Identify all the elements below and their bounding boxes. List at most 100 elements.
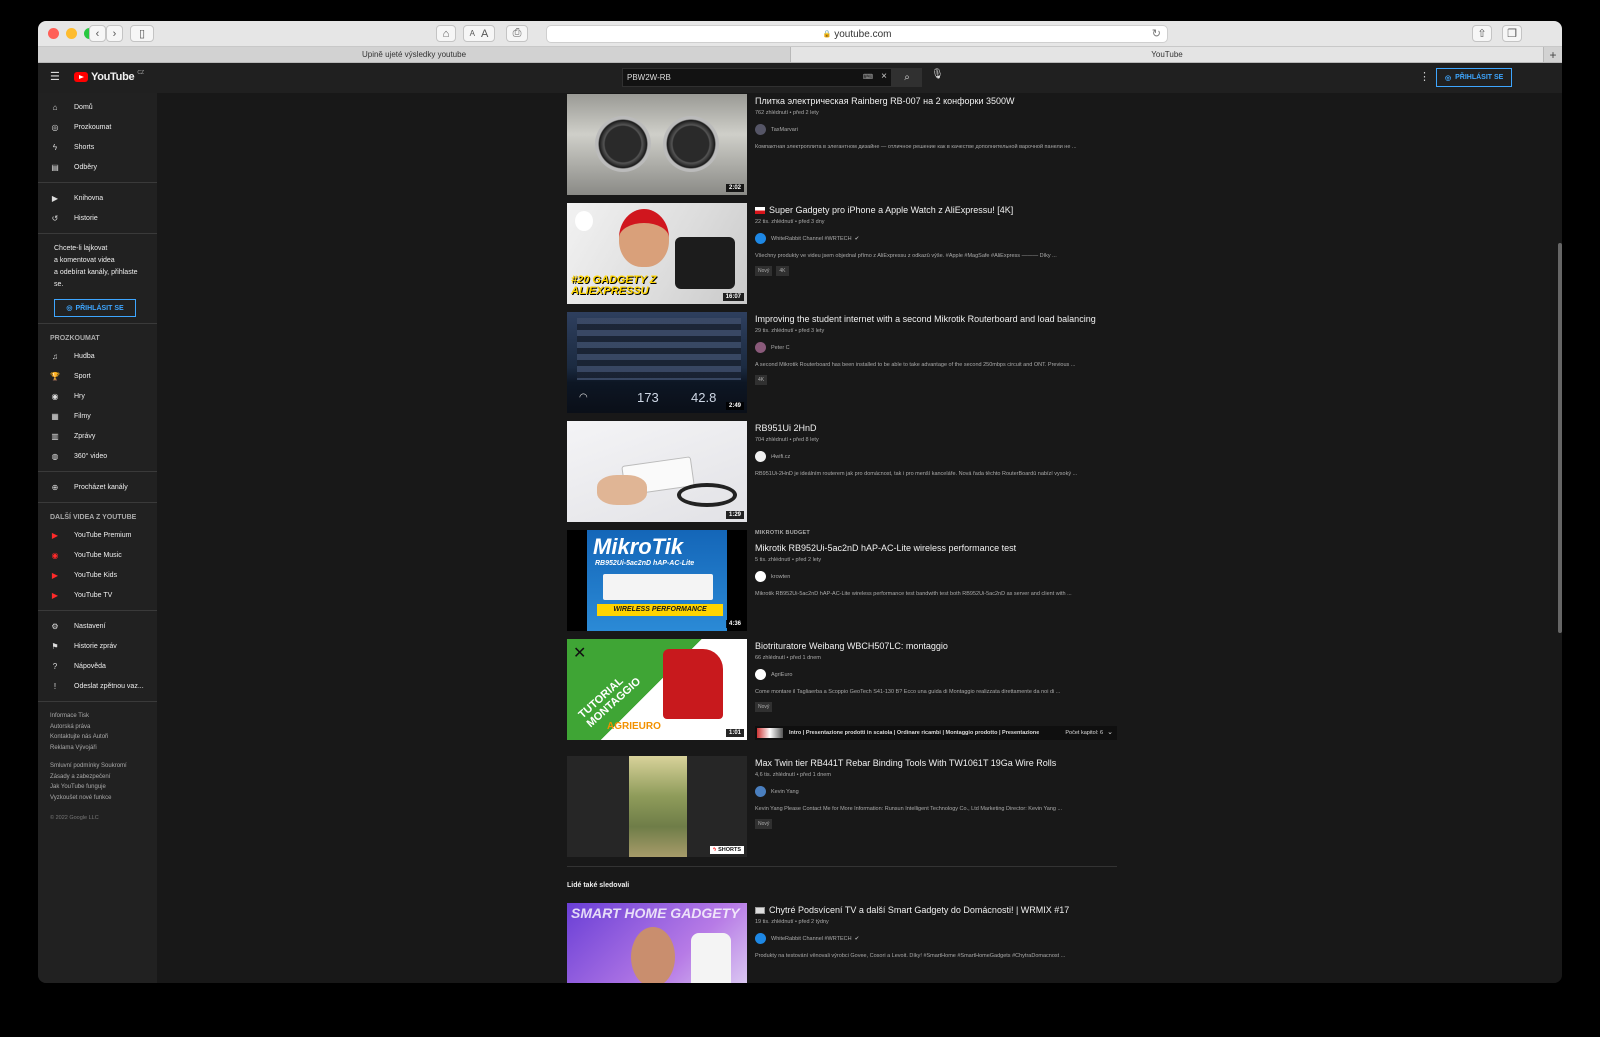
video-result[interactable]: ✕ TUTORIAL MONTAGGIO AGRIEURO 1:01 Biotr… <box>567 639 1117 741</box>
sidebar-item-browse-channels[interactable]: ⊕ Procházet kanály <box>38 477 157 497</box>
video-result[interactable]: 1:29 RB951Ui 2HnD 704 zhlédnutí • před 8… <box>567 421 1117 523</box>
sidebar-item-settings[interactable]: ⚙ Nastavení <box>38 616 157 636</box>
forward-button[interactable]: › <box>106 25 123 42</box>
footer-link[interactable]: Reklama Vývojáři <box>50 743 145 754</box>
video-title[interactable]: Mikrotik RB952Ui-5ac2nD hAP-AC-Lite wire… <box>755 541 1115 556</box>
channel-name[interactable]: Kevin Yang <box>771 789 799 795</box>
avatar[interactable] <box>755 451 766 462</box>
avatar[interactable] <box>755 571 766 582</box>
channel-name[interactable]: WhiteRabbit Channel #WRTECH <box>771 236 852 242</box>
back-button[interactable]: ‹ <box>89 25 106 42</box>
tabs-overview-button[interactable]: ❐ <box>1502 25 1522 42</box>
text-smaller-button[interactable]: A <box>470 29 475 38</box>
sidebar-item-feedback[interactable]: ! Odeslat zpětnou vaz... <box>38 676 157 696</box>
reader-text-size[interactable]: AA <box>463 25 495 42</box>
video-thumbnail[interactable]: ✕ TUTORIAL MONTAGGIO AGRIEURO 1:01 <box>567 639 747 740</box>
video-title[interactable]: Плитка электрическая Rainberg RB-007 на … <box>755 94 1115 109</box>
avatar[interactable] <box>755 342 766 353</box>
channel-link[interactable]: Kevin Yang <box>755 786 1115 797</box>
video-title[interactable]: Chytré Podsvícení TV a další Smart Gadge… <box>755 903 1115 918</box>
sidebar-item-subscriptions[interactable]: ▤ Odběry <box>38 157 157 177</box>
channel-link[interactable]: Peter C <box>755 342 1115 353</box>
sidebar-item-tv[interactable]: ▶ YouTube TV <box>38 585 157 605</box>
channel-name[interactable]: Peter C <box>771 345 790 351</box>
video-title[interactable]: RB951Ui 2HnD <box>755 421 1115 436</box>
sidebar-item-kids[interactable]: ▶ YouTube Kids <box>38 565 157 585</box>
reload-icon[interactable]: ↻ <box>1152 27 1161 40</box>
print-button[interactable]: ⎙ <box>506 25 528 42</box>
sidebar-item-360[interactable]: ◍ 360° video <box>38 446 157 466</box>
avatar[interactable] <box>755 233 766 244</box>
sidebar-item-premium[interactable]: ▶ YouTube Premium <box>38 525 157 545</box>
video-result[interactable]: 2:02 Плитка электрическая Rainberg RB-00… <box>567 94 1117 196</box>
channel-name[interactable]: WhiteRabbit Channel #WRTECH <box>771 936 852 942</box>
sidebar-item-explore[interactable]: ◎ Prozkoumat <box>38 117 157 137</box>
search-input[interactable]: PBW2W-RB ⌨ × <box>622 68 892 87</box>
video-thumbnail[interactable]: MikroTik RB952Ui-5ac2nD hAP-AC-Lite WIRE… <box>567 530 747 631</box>
channel-link[interactable]: TaxMarvari <box>755 124 1115 135</box>
sidebar-item-music-app[interactable]: ◉ YouTube Music <box>38 545 157 565</box>
video-title[interactable]: Super Gadgety pro iPhone a Apple Watch z… <box>755 203 1115 218</box>
channel-name[interactable]: TaxMarvari <box>771 127 798 133</box>
footer-link[interactable]: Autorská práva <box>50 722 145 733</box>
sidebar-item-movies[interactable]: ▦ Filmy <box>38 406 157 426</box>
video-title[interactable]: Max Twin tier RB441T Rebar Binding Tools… <box>755 756 1115 771</box>
channel-name[interactable]: krowten <box>771 574 790 580</box>
video-result[interactable]: ◠ 173 42.8 2:49 Improving the student in… <box>567 312 1117 414</box>
channel-link[interactable]: AgriEuro <box>755 669 1115 680</box>
chevron-down-icon[interactable]: ⌄ <box>1107 728 1113 736</box>
video-title[interactable]: Biotrituratore Weibang WBCH507LC: montag… <box>755 639 1115 654</box>
more-options-icon[interactable]: ⋮ <box>1419 70 1430 83</box>
sidebar-item-games[interactable]: ◉ Hry <box>38 386 157 406</box>
clear-search-icon[interactable]: × <box>881 71 887 82</box>
signin-button-header[interactable]: ◎ PŘIHLÁSIT SE <box>1436 68 1513 87</box>
keyboard-icon[interactable]: ⌨ <box>863 73 873 81</box>
video-result[interactable]: #20 GADGETY Z ALIEXPRESSU 16:07 Super Ga… <box>567 203 1117 305</box>
channel-name[interactable]: i4wifi.cz <box>771 454 790 460</box>
channel-link[interactable]: WhiteRabbit Channel #WRTECH ✔ <box>755 933 1115 944</box>
signin-button-sidebar[interactable]: ◎ PŘIHLÁSIT SE <box>54 299 136 317</box>
youtube-logo[interactable]: YouTube CZ <box>74 70 144 83</box>
menu-icon[interactable]: ☰ <box>50 70 62 83</box>
sidebar-item-sport[interactable]: 🏆 Sport <box>38 366 157 386</box>
video-result[interactable]: ϟ SHORTS Max Twin tier RB441T Rebar Bindi… <box>567 756 1117 858</box>
sidebar-item-help[interactable]: ? Nápověda <box>38 656 157 676</box>
footer-link[interactable]: Vyzkoušet nové funkce <box>50 793 145 804</box>
microphone-icon[interactable]: 🎙 <box>931 69 944 80</box>
video-thumbnail[interactable]: 1:29 <box>567 421 747 522</box>
sidebar-item-news[interactable]: ▥ Zprávy <box>38 426 157 446</box>
share-button[interactable]: ⇧ <box>1472 25 1492 42</box>
chapters-bar[interactable]: Intro | Presentazione prodotti in scatol… <box>755 726 1117 740</box>
video-thumbnail[interactable]: ϟ SHORTS <box>567 756 747 857</box>
channel-link[interactable]: krowten <box>755 571 1115 582</box>
scrollbar[interactable] <box>1558 243 1562 633</box>
video-result[interactable]: SMART HOME GADGETY Chytré Podsvícení TV … <box>567 903 1117 983</box>
avatar[interactable] <box>755 933 766 944</box>
channel-link[interactable]: WhiteRabbit Channel #WRTECH ✔ <box>755 233 1115 244</box>
video-thumbnail[interactable]: SMART HOME GADGETY <box>567 903 747 983</box>
sidebar-item-history[interactable]: ↺ Historie <box>38 208 157 228</box>
avatar[interactable] <box>755 786 766 797</box>
sidebar-item-home[interactable]: ⌂ Domů <box>38 97 157 117</box>
avatar[interactable] <box>755 124 766 135</box>
footer-link[interactable]: Zásady a zabezpečení <box>50 772 145 783</box>
tab-youtube[interactable]: YouTube <box>791 47 1544 62</box>
video-thumbnail[interactable]: #20 GADGETY Z ALIEXPRESSU 16:07 <box>567 203 747 304</box>
search-button[interactable]: ⌕ <box>892 68 922 87</box>
sidebar-item-shorts[interactable]: ϟ Shorts <box>38 137 157 157</box>
video-title[interactable]: Improving the student internet with a se… <box>755 312 1115 327</box>
video-thumbnail[interactable]: ◠ 173 42.8 2:49 <box>567 312 747 413</box>
sidebar-item-music[interactable]: ♫ Hudba <box>38 346 157 366</box>
avatar[interactable] <box>755 669 766 680</box>
footer-link[interactable]: Jak YouTube funguje <box>50 782 145 793</box>
home-button[interactable]: ⌂ <box>436 25 456 42</box>
sidebar-item-report-history[interactable]: ⚑ Historie zpráv <box>38 636 157 656</box>
close-window-button[interactable] <box>48 28 59 39</box>
channel-name[interactable]: AgriEuro <box>771 672 792 678</box>
tab-search-results[interactable]: Upině ujeté výsledky youtube <box>38 47 791 62</box>
video-result[interactable]: MikroTik RB952Ui-5ac2nD hAP-AC-Lite WIRE… <box>567 530 1117 632</box>
address-bar[interactable]: 🔒 youtube.com ↻ <box>546 25 1168 43</box>
new-tab-button[interactable]: + <box>1544 47 1562 62</box>
minimize-window-button[interactable] <box>66 28 77 39</box>
footer-link[interactable]: Informace Tisk <box>50 711 145 722</box>
